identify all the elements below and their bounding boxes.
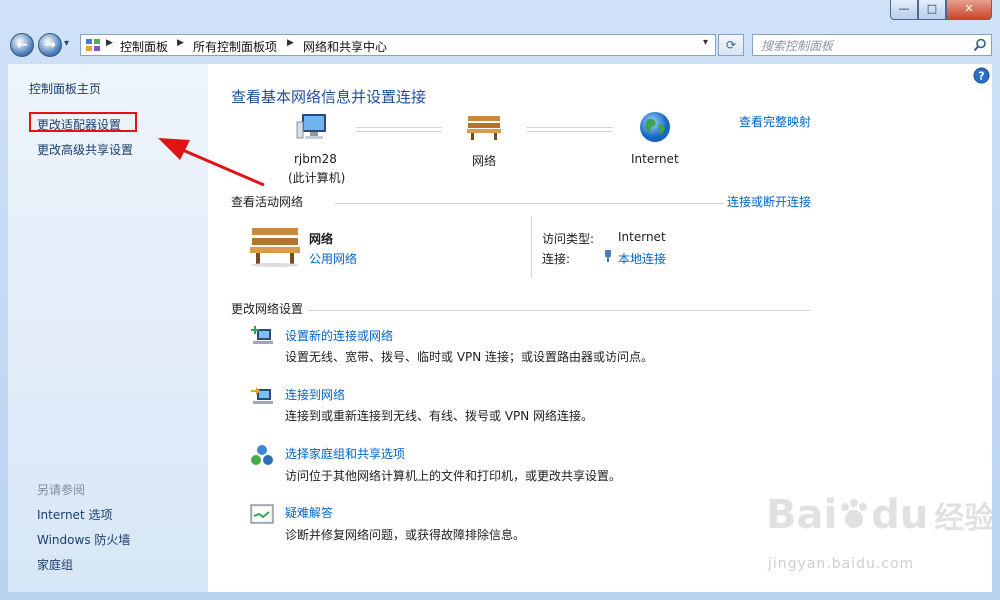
sidebar-item-advanced-sharing[interactable]: 更改高级共享设置 [37, 141, 133, 158]
page-title: 查看基本网络信息并设置连接 [231, 88, 427, 106]
task-link-troubleshoot[interactable]: 疑难解答 [285, 504, 333, 521]
new-connection-icon [251, 326, 273, 344]
recent-pages-button[interactable]: ▾ [64, 38, 76, 52]
arrow-left-icon: ← [16, 37, 28, 53]
local-connection-link[interactable]: 本地连接 [618, 250, 666, 267]
globe-icon [640, 112, 670, 142]
minimize-button[interactable]: — [890, 0, 918, 20]
maximize-icon: □ [926, 2, 938, 15]
map-connection-line [356, 127, 442, 132]
watermark-url: jingyan.baidu.com [768, 556, 915, 572]
breadcrumb-all-items[interactable]: 所有控制面板项 [193, 38, 277, 55]
connect-network-icon [251, 387, 273, 404]
computer-subtitle: (此计算机) [288, 171, 346, 185]
watermark-cn: 经验 [934, 501, 995, 536]
back-button[interactable]: ← [10, 33, 34, 57]
bench-icon [250, 228, 300, 267]
annotation-arrow [158, 138, 265, 187]
maximize-button[interactable]: □ [918, 0, 946, 20]
forward-button[interactable]: → [38, 33, 62, 57]
breadcrumb-separator-icon: ▶ [106, 38, 113, 48]
sidebar-item-internet-options[interactable]: Internet 选项 [37, 506, 112, 523]
sidebar-item-home[interactable]: 控制面板主页 [29, 80, 101, 97]
access-type-label: 访问类型: [542, 232, 595, 246]
minimize-icon: — [898, 2, 910, 15]
task-desc-troubleshoot: 诊断并修复网络问题，或获得故障排除信息。 [285, 528, 526, 542]
network-type-link[interactable]: 公用网络 [309, 250, 357, 267]
troubleshoot-icon [250, 504, 274, 524]
search-box [752, 34, 992, 56]
breadcrumb-network-center[interactable]: 网络和共享中心 [303, 38, 387, 55]
help-icon[interactable]: ? [973, 67, 990, 84]
search-input[interactable] [759, 36, 969, 56]
address-bar[interactable]: ▶ 控制面板 ▶ 所有控制面板项 ▶ 网络和共享中心 ▾ [80, 34, 716, 56]
highlight-box [29, 112, 137, 132]
svg-text:?: ? [978, 70, 984, 83]
connect-disconnect-link[interactable]: 连接或断开连接 [727, 193, 811, 210]
control-panel-window: — □ ✕ ← → ▾ ▶ 控制面板 ▶ 所有控制面板项 ▶ 网络和共享中心 ▾… [0, 0, 1000, 600]
ethernet-icon [605, 250, 611, 262]
task-link-connect-network[interactable]: 连接到网络 [285, 386, 345, 403]
task-desc-homegroup: 访问位于其他网络计算机上的文件和打印机，或更改共享设置。 [285, 469, 622, 483]
connection-label: 连接: [542, 252, 571, 266]
watermark-brand-suffix: du [871, 492, 929, 538]
task-link-new-connection[interactable]: 设置新的连接或网络 [285, 327, 393, 344]
access-type-value: Internet [618, 230, 666, 244]
map-internet-label: Internet [631, 152, 679, 166]
control-panel-icon [86, 39, 100, 51]
map-connection-line [527, 127, 613, 132]
close-icon: ✕ [964, 2, 974, 15]
close-button[interactable]: ✕ [946, 0, 992, 20]
search-icon[interactable] [973, 38, 987, 52]
refresh-button[interactable]: ⟳ [718, 34, 744, 56]
change-settings-heading: 更改网络设置 [231, 302, 304, 316]
task-link-homegroup[interactable]: 选择家庭组和共享选项 [285, 445, 405, 462]
view-full-map-link[interactable]: 查看完整映射 [739, 113, 811, 130]
network-name: 网络 [309, 232, 334, 246]
arrow-right-icon: → [44, 37, 56, 53]
chevron-down-icon: ▾ [64, 38, 70, 49]
active-networks-heading: 查看活动网络 [231, 195, 304, 209]
watermark: Bai du 经验 [766, 492, 994, 538]
homegroup-icon [251, 445, 273, 465]
breadcrumb-separator-icon: ▶ [287, 38, 294, 48]
refresh-icon: ⟳ [725, 38, 737, 52]
bench-icon [467, 116, 501, 140]
sidebar-item-homegroup[interactable]: 家庭组 [37, 556, 73, 573]
see-also-heading: 另请参阅 [37, 483, 86, 497]
task-desc-new-connection: 设置无线、宽带、拨号、临时或 VPN 连接；或设置路由器或访问点。 [285, 350, 654, 364]
computer-name: rjbm28 [294, 152, 337, 166]
vertical-divider [531, 216, 532, 278]
breadcrumb-separator-icon: ▶ [177, 38, 184, 48]
watermark-brand: Bai [766, 492, 838, 538]
computer-icon [296, 114, 326, 139]
section-divider [308, 310, 811, 311]
map-network-label: 网络 [472, 154, 497, 168]
breadcrumb-control-panel[interactable]: 控制面板 [120, 38, 168, 55]
address-dropdown-icon[interactable]: ▾ [703, 37, 708, 48]
sidebar-item-firewall[interactable]: Windows 防火墙 [37, 531, 130, 548]
section-divider [335, 203, 723, 204]
task-desc-connect-network: 连接到或重新连接到无线、有线、拨号或 VPN 网络连接。 [285, 409, 594, 423]
paw-icon [841, 499, 868, 528]
